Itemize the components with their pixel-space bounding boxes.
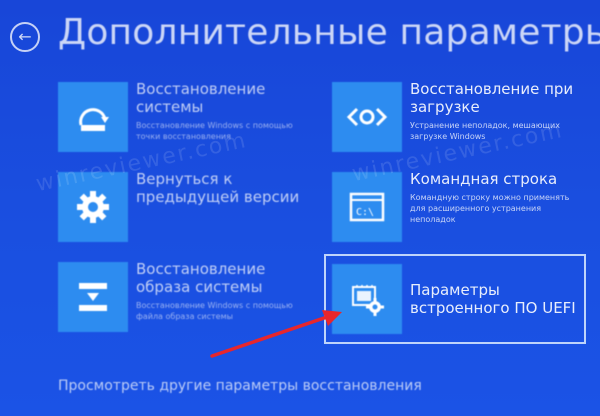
system-restore-icon [58,82,128,152]
tile-title: Восстановление образа системы [136,260,266,296]
tile-description: Командную строку можно применять для рас… [410,193,570,224]
tile-image-recovery[interactable]: Восстановление образа системы Восстановл… [58,260,306,332]
tile-description: Восстановление Windows с помощью файла о… [136,301,293,321]
tile-title: Командная строка [410,170,558,188]
startup-repair-icon [332,82,402,152]
tile-title: Вернуться к предыдущей версии [136,170,300,206]
tile-title: Параметры встроенного ПО UEFI [410,281,576,317]
svg-text:C:\: C:\ [356,207,374,218]
tile-title: Восстановление системы [136,80,266,116]
tile-title: Восстановление при загрузке [410,80,574,116]
tile-uefi-firmware-settings[interactable]: Параметры встроенного ПО UEFI [324,254,586,344]
uefi-settings-icon [332,264,402,334]
page-title: Дополнительные параметры [58,12,600,53]
image-recovery-icon [58,262,128,332]
see-more-recovery-options-link[interactable]: Просмотреть другие параметры восстановле… [58,378,422,394]
back-button[interactable]: ← [10,22,40,52]
back-arrow-icon: ← [18,27,32,46]
